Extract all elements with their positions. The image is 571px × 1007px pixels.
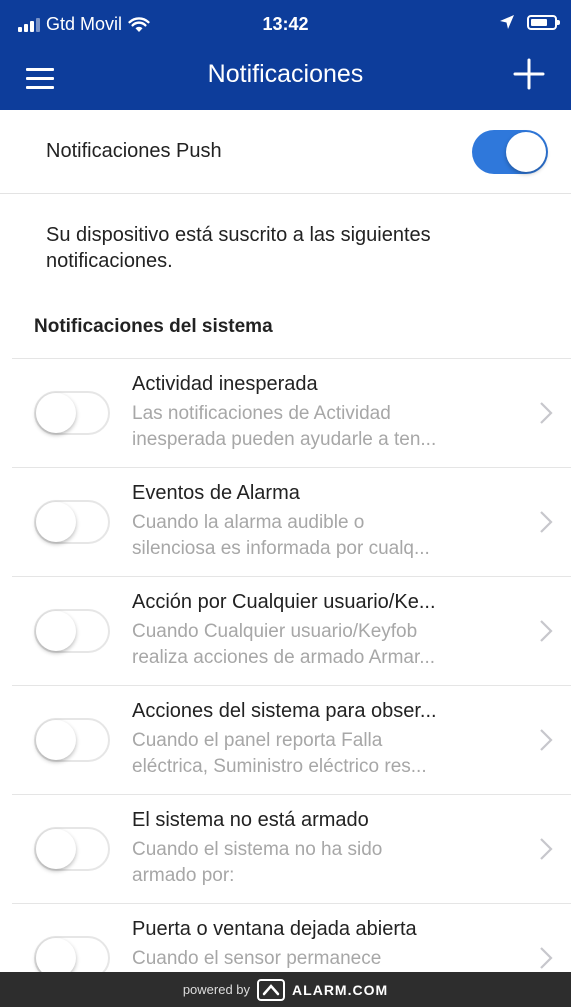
system-actions-toggle[interactable] xyxy=(34,718,110,762)
item-title: Puerta o ventana dejada abierta xyxy=(132,918,417,940)
item-description: Cuando el panel reporta Falla eléctrica,… xyxy=(132,730,427,777)
item-description: Las notificaciones de Actividad inespera… xyxy=(132,403,437,450)
item-description: Cuando el sistema no ha sido armado por: xyxy=(132,839,383,886)
alarm-logo-icon xyxy=(257,978,286,1001)
status-bar: Gtd Movil 13:42 xyxy=(0,0,571,48)
footer: powered by ALARM.COM xyxy=(0,972,571,1007)
battery-icon xyxy=(527,14,560,30)
alarm-logo: ALARM.COM xyxy=(256,978,388,1002)
list-item-alarm-events[interactable]: Eventos de Alarma Cuando la alarma audib… xyxy=(12,467,571,576)
unexpected-activity-toggle[interactable] xyxy=(34,391,110,435)
item-title: Acciones del sistema para obser... xyxy=(132,700,437,722)
push-notifications-row: Notificaciones Push xyxy=(0,110,571,194)
chevron-right-icon[interactable] xyxy=(539,401,553,425)
location-arrow-icon xyxy=(500,15,514,29)
item-description: Cuando la alarma audible o silenciosa es… xyxy=(132,512,430,559)
alarm-events-toggle[interactable] xyxy=(34,500,110,544)
item-description: Cuando el sensor permanece xyxy=(132,948,382,969)
brand-name: ALARM.COM xyxy=(292,981,389,998)
list-item-unexpected-activity[interactable]: Actividad inesperada Las notificaciones … xyxy=(12,358,571,467)
app-header: Notificaciones xyxy=(0,48,571,110)
push-notifications-toggle[interactable] xyxy=(472,130,548,174)
any-user-action-toggle[interactable] xyxy=(34,609,110,653)
item-title: Actividad inesperada xyxy=(132,373,318,395)
chevron-right-icon[interactable] xyxy=(539,728,553,752)
status-right xyxy=(499,14,560,30)
subscription-description: Su dispositivo está suscrito a las sigui… xyxy=(46,224,431,272)
chevron-right-icon[interactable] xyxy=(539,946,553,970)
list-item-system-not-armed[interactable]: El sistema no está armado Cuando el sist… xyxy=(12,794,571,903)
chevron-right-icon[interactable] xyxy=(539,619,553,643)
top-bar: Gtd Movil 13:42 Notificaciones xyxy=(0,0,571,110)
section-title: Notificaciones del sistema xyxy=(34,316,273,337)
push-notifications-label: Notificaciones Push xyxy=(46,140,222,162)
page-title: Notificaciones xyxy=(207,60,364,88)
add-icon[interactable] xyxy=(509,54,549,94)
status-time: 13:42 xyxy=(262,14,309,34)
chevron-right-icon[interactable] xyxy=(539,837,553,861)
item-title: Eventos de Alarma xyxy=(132,482,300,504)
list-item-system-actions[interactable]: Acciones del sistema para obser... Cuand… xyxy=(12,685,571,794)
powered-by-text: powered by xyxy=(182,982,251,997)
item-title: Acción por Cualquier usuario/Ke... xyxy=(132,591,436,613)
system-not-armed-toggle[interactable] xyxy=(34,827,110,871)
list-item-any-user-action[interactable]: Acción por Cualquier usuario/Ke... Cuand… xyxy=(12,576,571,685)
item-title: El sistema no está armado xyxy=(132,809,369,831)
chevron-right-icon[interactable] xyxy=(539,510,553,534)
item-description: Cuando Cualquier usuario/Keyfob realiza … xyxy=(132,621,436,668)
notification-list: Actividad inesperada Las notificaciones … xyxy=(0,358,571,1007)
